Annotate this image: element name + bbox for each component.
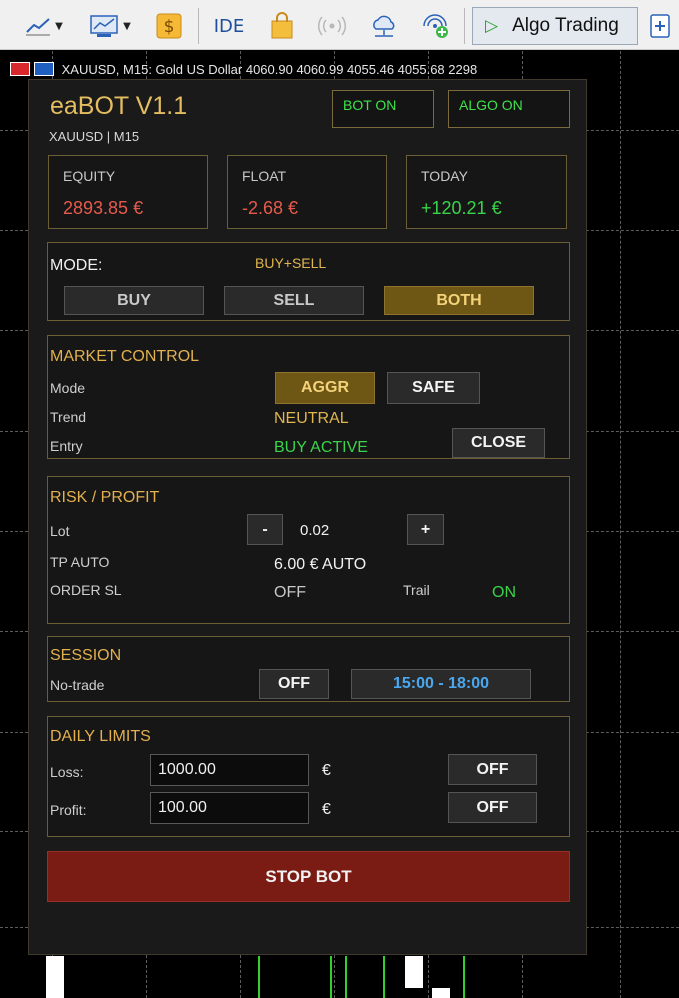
- entry-value: BUY ACTIVE: [274, 439, 368, 456]
- profit-limit-input[interactable]: 100.00: [150, 792, 309, 824]
- bot-title: eaBOT V1.1: [50, 92, 188, 120]
- chart-title: XAUUSD, M15: Gold US Dollar 4060.90 4060…: [10, 62, 477, 77]
- new-order-button[interactable]: [646, 8, 674, 44]
- toolbar-separator: [198, 8, 199, 44]
- dollar-icon: $: [156, 13, 182, 39]
- safe-button[interactable]: SAFE: [387, 372, 480, 404]
- line-chart-button[interactable]: ▼: [18, 8, 70, 44]
- today-label: TODAY: [421, 168, 468, 184]
- template-button[interactable]: ▼: [82, 8, 138, 44]
- candle: [432, 988, 450, 998]
- svg-text:$: $: [164, 17, 175, 37]
- algo-trading-button[interactable]: ▷ Algo Trading: [472, 7, 638, 45]
- profit-currency: €: [322, 801, 331, 818]
- chevron-down-icon: ▼: [123, 20, 131, 32]
- tp-auto-value: 6.00 € AUTO: [274, 556, 367, 573]
- shopping-bag-icon: [271, 12, 293, 39]
- both-mode-button[interactable]: BOTH: [384, 286, 534, 315]
- loss-limit-input[interactable]: 1000.00: [150, 754, 309, 786]
- trend-value: NEUTRAL: [274, 410, 349, 427]
- add-document-icon: [650, 14, 670, 38]
- chevron-down-icon: ▼: [55, 20, 63, 32]
- loss-label: Loss:: [50, 764, 84, 780]
- candle-wick: [258, 956, 260, 998]
- lot-label: Lot: [50, 523, 70, 539]
- signals-button[interactable]: [312, 8, 352, 44]
- loss-currency: €: [322, 762, 331, 779]
- equity-value: 2893.85 €: [63, 198, 144, 218]
- ide-button[interactable]: IDE: [208, 8, 250, 44]
- cloud-icon: [373, 15, 395, 37]
- lot-value: 0.02: [300, 522, 330, 539]
- candle-wick: [383, 956, 385, 998]
- float-card: FLOAT -2.68 €: [227, 155, 387, 229]
- risk-profit-section: RISK / PROFIT Lot - 0.02 + TP AUTO 6.00 …: [47, 476, 570, 624]
- line-chart-icon: [26, 18, 51, 36]
- network-button[interactable]: [416, 8, 456, 44]
- trail-label: Trail: [403, 582, 430, 598]
- algo-trading-label: Algo Trading: [512, 15, 619, 36]
- trade-button[interactable]: $: [152, 8, 186, 44]
- vps-button[interactable]: [364, 8, 404, 44]
- float-label: FLOAT: [242, 168, 287, 184]
- sell-mode-button[interactable]: SELL: [224, 286, 364, 315]
- bot-on-button[interactable]: BOT ON: [332, 90, 434, 128]
- bot-panel: eaBOT V1.1 XAUUSD | M15 BOT ON ALGO ON E…: [28, 79, 587, 955]
- aggr-button[interactable]: AGGR: [275, 372, 375, 404]
- chart-window-icon: [10, 62, 30, 76]
- buy-mode-button[interactable]: BUY: [64, 286, 204, 315]
- order-sl-label: ORDER SL: [50, 582, 122, 598]
- market-button[interactable]: [264, 8, 300, 44]
- bot-subtitle: XAUUSD | M15: [49, 129, 140, 144]
- risk-profit-title: RISK / PROFIT: [50, 489, 160, 506]
- candle: [46, 956, 64, 998]
- grid-line: [620, 51, 621, 998]
- signal-broadcast-icon: [318, 16, 346, 36]
- chart-title-text: XAUUSD, M15: Gold US Dollar 4060.90 4060…: [61, 62, 478, 77]
- session-off-button[interactable]: OFF: [259, 669, 329, 699]
- trail-value[interactable]: ON: [492, 584, 516, 602]
- lot-increase-button[interactable]: +: [407, 514, 444, 545]
- session-title: SESSION: [50, 647, 122, 664]
- loss-toggle-button[interactable]: OFF: [448, 754, 537, 785]
- candle-wick: [330, 956, 332, 998]
- candle-wick: [463, 956, 465, 998]
- market-control-section: MARKET CONTROL Mode Trend Entry AGGR SAF…: [47, 335, 570, 459]
- chart-template-icon: [90, 15, 118, 37]
- algo-on-button[interactable]: ALGO ON: [448, 90, 570, 128]
- mode-label: MODE:: [50, 257, 103, 274]
- market-mode-label: Mode: [50, 380, 86, 396]
- candle-wick: [345, 956, 347, 998]
- entry-label: Entry: [50, 438, 83, 454]
- profit-toggle-button[interactable]: OFF: [448, 792, 537, 823]
- equity-label: EQUITY: [63, 168, 116, 184]
- stop-bot-button[interactable]: STOP BOT: [47, 851, 570, 902]
- session-time-button[interactable]: 15:00 - 18:00: [351, 669, 531, 699]
- daily-limits-title: DAILY LIMITS: [50, 728, 151, 745]
- market-control-title: MARKET CONTROL: [50, 348, 200, 365]
- toolbar-separator: [464, 8, 465, 44]
- order-sl-value[interactable]: OFF: [274, 584, 306, 602]
- today-value: +120.21 €: [421, 198, 502, 218]
- today-card: TODAY +120.21 €: [406, 155, 567, 229]
- session-section: SESSION No-trade OFF 15:00 - 18:00: [47, 636, 570, 702]
- mode-section: MODE: BUY+SELL BUY SELL BOTH: [47, 242, 570, 321]
- close-button[interactable]: CLOSE: [452, 428, 545, 458]
- equity-card: EQUITY 2893.85 €: [48, 155, 208, 229]
- toolbar: ▼ ▼ $ IDE ▷ Algo Trading: [0, 0, 679, 50]
- daily-limits-section: DAILY LIMITS Loss: 1000.00 € OFF Profit:…: [47, 716, 570, 837]
- candle: [405, 956, 423, 988]
- lot-decrease-button[interactable]: -: [247, 514, 283, 545]
- no-trade-label: No-trade: [50, 677, 105, 693]
- tp-auto-label: TP AUTO: [50, 554, 110, 570]
- float-value: -2.68 €: [242, 198, 299, 218]
- play-icon: ▷: [485, 16, 499, 35]
- mode-current: BUY+SELL: [255, 255, 327, 271]
- trend-label: Trend: [50, 409, 87, 425]
- chart-properties-icon: [34, 62, 54, 76]
- network-add-icon: [423, 14, 448, 38]
- profit-label: Profit:: [50, 802, 87, 818]
